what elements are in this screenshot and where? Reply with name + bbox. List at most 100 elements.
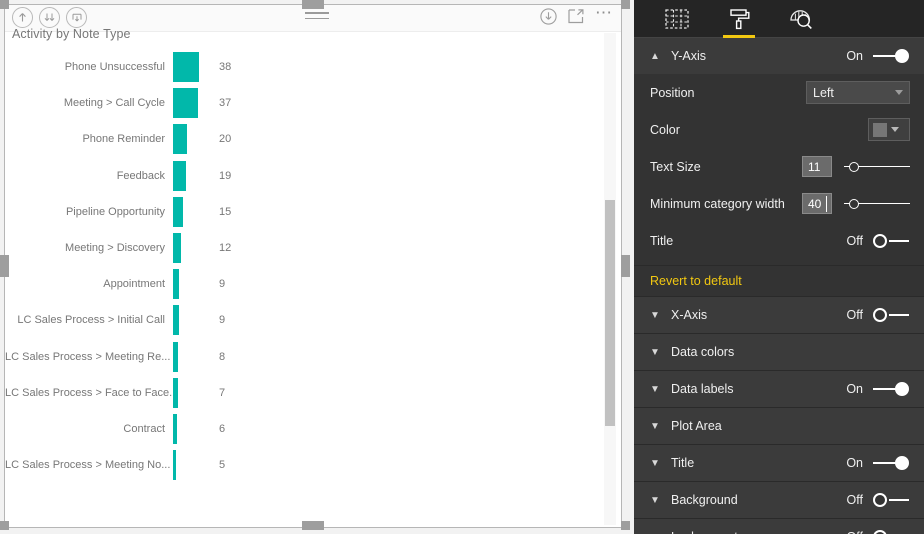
- focus-mode-icon[interactable]: [568, 9, 584, 24]
- section-header-y-axis[interactable]: ▲ Y-Axis On: [634, 38, 924, 74]
- chevron-down-icon: ▼: [650, 457, 660, 469]
- section-header-plot-area[interactable]: ▼ Plot Area: [634, 408, 924, 444]
- bar-data-label: 6: [219, 422, 226, 435]
- analytics-tab[interactable]: [784, 0, 818, 38]
- format-tab[interactable]: [722, 0, 756, 38]
- resize-handle-top-right[interactable]: [621, 0, 630, 9]
- chevron-down-icon: ▼: [650, 309, 660, 321]
- drill-down-icon[interactable]: [39, 7, 60, 28]
- bar[interactable]: [173, 377, 178, 408]
- bar[interactable]: [173, 450, 177, 481]
- drill-controls: [12, 7, 87, 28]
- bar[interactable]: [173, 88, 199, 119]
- bar[interactable]: [173, 52, 199, 83]
- resize-handle-bottom-left[interactable]: [0, 521, 9, 530]
- section-header-data-labels[interactable]: ▼ Data labels On: [634, 371, 924, 407]
- bar[interactable]: [173, 160, 186, 191]
- min-category-width-slider[interactable]: [844, 196, 910, 212]
- text-size-input[interactable]: 11: [802, 156, 832, 177]
- bar[interactable]: [173, 124, 187, 155]
- chart-bar-row[interactable]: LC Sales Process > Meeting Re... 8: [5, 339, 611, 375]
- section-toggle[interactable]: [873, 381, 910, 397]
- color-picker[interactable]: [868, 118, 910, 141]
- bar[interactable]: [173, 196, 184, 227]
- chart-bar-row[interactable]: LC Sales Process > Meeting No... 5: [5, 447, 611, 483]
- chart-bar-row[interactable]: LC Sales Process > Face to Face... 7: [5, 375, 611, 411]
- resize-handle-middle-right[interactable]: [621, 255, 630, 277]
- hamburger-line: [305, 17, 329, 19]
- bar-wrap: [173, 305, 213, 336]
- bar-wrap: [173, 124, 213, 155]
- bar-category-label: Meeting > Call Cycle: [63, 97, 165, 110]
- visual-title: Activity by Note Type: [12, 27, 131, 41]
- bar-wrap: [173, 450, 213, 481]
- resize-handle-top-left[interactable]: [0, 0, 9, 9]
- chevron-down-icon: [895, 90, 903, 95]
- bar-data-label: 7: [219, 386, 226, 399]
- bar[interactable]: [173, 233, 182, 264]
- min-category-width-input[interactable]: 40: [802, 193, 832, 214]
- bar[interactable]: [173, 269, 180, 300]
- chart-bar-row[interactable]: Pipeline Opportunity 15: [5, 194, 611, 230]
- fields-tab[interactable]: [660, 0, 694, 38]
- position-dropdown[interactable]: Left: [806, 81, 910, 104]
- section-toggle[interactable]: [873, 307, 910, 323]
- axis-title-toggle[interactable]: [873, 233, 910, 249]
- section-header-title[interactable]: ▼ Title On: [634, 445, 924, 481]
- section-data-colors: ▼ Data colors: [634, 334, 924, 371]
- pane-tab-strip: [634, 0, 924, 38]
- section-title: Title: [671, 456, 695, 470]
- bar[interactable]: [173, 305, 180, 336]
- bar-data-label: 19: [219, 169, 232, 182]
- expand-hierarchy-icon[interactable]: [66, 7, 87, 28]
- export-data-icon[interactable]: [540, 8, 557, 25]
- revert-to-default-button[interactable]: Revert to default: [634, 266, 924, 297]
- section-toggle[interactable]: [873, 455, 910, 471]
- bar[interactable]: [173, 413, 178, 444]
- chart-bar-row[interactable]: Appointment 9: [5, 266, 611, 302]
- section-header-lock-aspect[interactable]: ▼Lock aspectOff: [634, 519, 924, 534]
- bar-data-label: 9: [219, 278, 226, 291]
- resize-handle-top-center[interactable]: [302, 0, 324, 9]
- selected-visual-container[interactable]: ⋯ Activity by Note Type Phone Unsuccessf…: [4, 4, 622, 528]
- section-title: Lock aspect: [671, 530, 847, 534]
- chart-bar-row[interactable]: Contract 6: [5, 411, 611, 447]
- more-options-icon[interactable]: ⋯: [595, 4, 613, 24]
- section-title: Data labels: [671, 382, 734, 396]
- section-header-x-axis[interactable]: ▼ X-Axis Off: [634, 297, 924, 333]
- section-toggle[interactable]: [873, 529, 910, 534]
- chart-bar-row[interactable]: Meeting > Call Cycle 37: [5, 85, 611, 121]
- y-axis-state-label: On: [846, 49, 863, 63]
- bar-data-label: 9: [219, 314, 226, 327]
- resize-handle-bottom-right[interactable]: [621, 521, 630, 530]
- drill-up-icon[interactable]: [12, 7, 33, 28]
- chart-bar-row[interactable]: Feedback 19: [5, 158, 611, 194]
- section-state-label: Off: [846, 308, 863, 322]
- resize-handle-bottom-center[interactable]: [302, 521, 324, 530]
- chart-bar-row[interactable]: Phone Reminder 20: [5, 121, 611, 157]
- bar[interactable]: [173, 341, 179, 372]
- chart-bar-row[interactable]: LC Sales Process > Initial Call 9: [5, 302, 611, 338]
- section-header-data-colors[interactable]: ▼ Data colors: [634, 334, 924, 370]
- bar-data-label: 12: [219, 242, 232, 255]
- text-size-slider[interactable]: [844, 159, 910, 175]
- chart-bar-row[interactable]: Phone Unsuccessful 38: [5, 49, 611, 85]
- visual-menu-icon[interactable]: [305, 8, 329, 20]
- chart-bar-row[interactable]: Meeting > Discovery 12: [5, 230, 611, 266]
- y-axis-toggle[interactable]: [873, 48, 910, 64]
- visual-scrollbar-thumb[interactable]: [605, 200, 615, 426]
- section-header-background[interactable]: ▼ Background Off: [634, 482, 924, 518]
- section-title-y-axis: Y-Axis: [671, 49, 706, 63]
- bar-category-label: Appointment: [103, 278, 165, 291]
- position-value: Left: [813, 85, 834, 100]
- chevron-down-icon: ▼: [650, 420, 660, 432]
- power-bi-report-editor: ⋯ Activity by Note Type Phone Unsuccessf…: [0, 0, 924, 534]
- row-axis-title: Title Off: [650, 222, 910, 259]
- chevron-down-icon: ▼: [650, 383, 660, 395]
- resize-handle-middle-left[interactable]: [0, 255, 9, 277]
- section-toggle[interactable]: [873, 492, 910, 508]
- bar-data-label: 20: [219, 133, 232, 146]
- bar-data-label: 5: [219, 459, 226, 472]
- min-category-width-value: 40: [808, 196, 822, 211]
- text-cursor: [826, 196, 827, 212]
